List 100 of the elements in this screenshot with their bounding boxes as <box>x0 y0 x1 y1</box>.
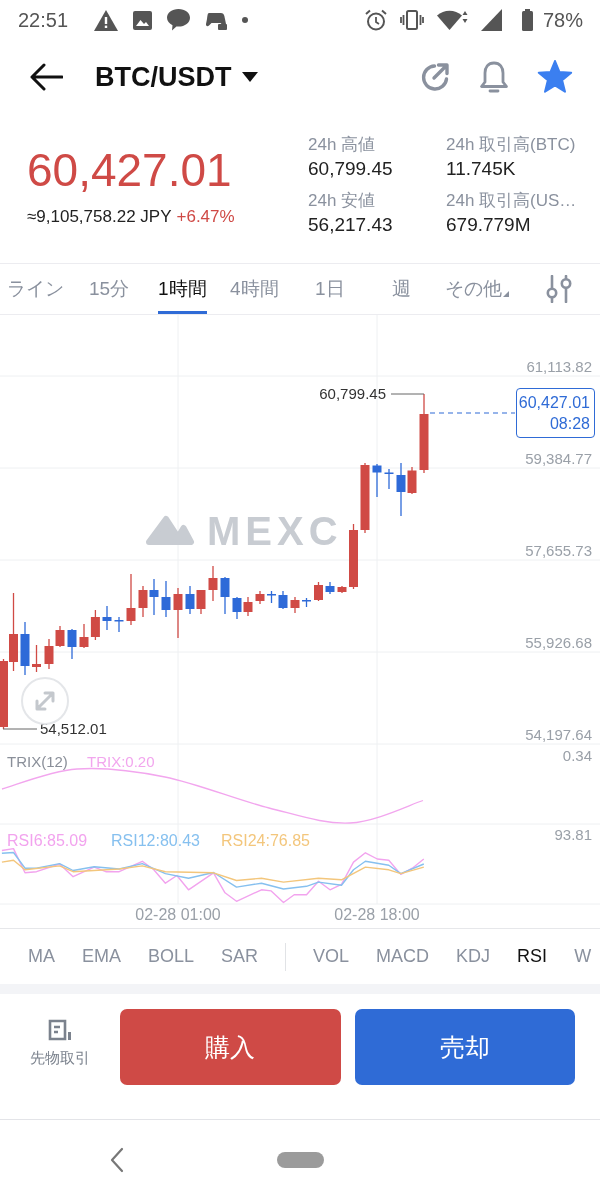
back-arrow-icon <box>29 63 63 91</box>
gamepad-icon <box>205 10 228 30</box>
caret-icon <box>241 72 258 82</box>
interval-tab[interactable]: 4時間 <box>230 264 279 314</box>
candlestick <box>372 463 382 498</box>
candlestick <box>90 609 100 641</box>
candlestick <box>44 638 54 670</box>
logo-icon <box>146 516 194 545</box>
wifi-icon <box>436 9 468 31</box>
price-change: +6.47% <box>176 206 235 228</box>
indicator-tab[interactable]: SAR <box>221 946 259 967</box>
candlestick <box>173 587 183 639</box>
indicator-tab[interactable]: EMA <box>82 946 121 967</box>
stat-value: 679.779M <box>446 213 532 237</box>
back-chevron-icon[interactable] <box>110 1147 124 1173</box>
candlestick <box>79 623 89 649</box>
stat-label: 24h 取引高(US… <box>446 190 577 212</box>
candlestick <box>55 625 65 648</box>
candlestick <box>161 580 171 618</box>
last-price-time: 08:28 <box>549 414 590 434</box>
interval-tab[interactable]: 週 <box>392 264 411 314</box>
candlestick <box>232 596 242 620</box>
candlestick <box>278 590 288 610</box>
stat-value: 60,799.45 <box>308 157 394 181</box>
indicator-axis-label: 93.81 <box>554 826 592 843</box>
sell-button[interactable]: 売却 <box>354 1009 575 1085</box>
indicator-value: RSI6:85.09 <box>7 832 88 849</box>
indicator-tab[interactable]: MA <box>28 946 55 967</box>
candlestick <box>243 596 253 617</box>
futures-button[interactable]: 先物取引 <box>20 1009 100 1068</box>
stat-value: 56,217.43 <box>308 213 394 237</box>
stat-label: 24h 取引高(BTC) <box>446 134 577 156</box>
candlestick <box>149 578 159 616</box>
candlestick <box>67 628 77 660</box>
candlestick <box>349 523 358 590</box>
interval-tab[interactable]: 1日 <box>315 264 345 314</box>
candlestick <box>114 616 124 633</box>
candlestick <box>138 585 148 618</box>
indicator-title: TRIX(12) <box>7 753 68 770</box>
candlestick <box>290 596 300 614</box>
candlestick <box>337 585 347 594</box>
time-axis-label: 02-28 18:00 <box>334 906 420 923</box>
warning-icon <box>94 9 119 31</box>
battery-level: 78% <box>542 8 583 32</box>
buy-button[interactable]: 購入 <box>120 1009 341 1085</box>
stat-label: 24h 安値 <box>308 190 377 212</box>
candlestick <box>384 468 394 490</box>
candlestick <box>102 605 112 631</box>
indicator-tab[interactable]: RSI <box>517 946 548 967</box>
expand-button[interactable] <box>21 677 69 725</box>
share-icon <box>419 61 451 93</box>
document-icon <box>48 1019 72 1041</box>
bell-icon <box>479 61 509 93</box>
dot-icon <box>242 17 249 23</box>
stat-value: 11.745K <box>446 157 517 181</box>
last-price-value: 60,427.01 <box>518 393 590 413</box>
indicator-tab[interactable]: BOLL <box>148 946 195 967</box>
indicator-tab[interactable]: MACD <box>376 946 430 967</box>
indicator-tab[interactable]: KDJ <box>456 946 491 967</box>
indicator-axis-label: 0.34 <box>562 747 592 764</box>
candlestick <box>325 581 335 595</box>
candlestick <box>20 621 30 676</box>
candlestick <box>302 597 311 608</box>
candlestick <box>360 462 370 534</box>
price-axis-label: 59,384.77 <box>525 450 592 467</box>
interval-tab[interactable]: 15分 <box>89 264 130 314</box>
converted-price: ≈9,105,758.22 JPY <box>27 206 172 228</box>
price-axis-label: 61,113.82 <box>526 358 592 375</box>
chat-bubble-icon <box>167 9 191 31</box>
price-axis-label: 57,655.73 <box>525 542 592 559</box>
candlestick <box>126 573 136 626</box>
low-price-label: 54,512.01 <box>40 720 107 737</box>
interval-tab[interactable]: ライン <box>7 264 64 314</box>
price-axis-label: 54,197.64 <box>525 726 592 743</box>
last-price: 60,427.01 <box>27 144 233 196</box>
interval-tab[interactable]: 1時間 <box>158 264 207 314</box>
battery-icon <box>521 9 533 31</box>
signal-icon <box>480 9 502 31</box>
time-axis-label: 02-28 01:00 <box>135 906 221 923</box>
candlestick <box>220 576 230 615</box>
price-axis-label: 55,926.68 <box>525 634 592 651</box>
indicator-tab[interactable]: VOL <box>313 946 350 967</box>
alarm-clock-icon <box>364 9 387 31</box>
candlestick <box>196 589 206 615</box>
indicator-tab[interactable]: W <box>574 946 592 967</box>
vibrate-icon <box>399 10 424 30</box>
candlestick <box>255 590 265 605</box>
indicator-value: RSI12:80.43 <box>111 832 200 849</box>
leader-line <box>2 728 38 730</box>
candlestick <box>32 644 41 673</box>
indicator-value: TRIX:0.20 <box>87 753 155 770</box>
leader-line <box>390 393 425 395</box>
candlestick <box>208 565 218 602</box>
caret-icon <box>503 291 509 297</box>
pair-selector[interactable]: BTC/USDT <box>95 61 258 93</box>
status-time: 22:51 <box>18 8 69 32</box>
candlestick <box>185 585 195 615</box>
indicator-value: RSI24:76.85 <box>221 832 310 849</box>
home-pill[interactable] <box>277 1152 324 1168</box>
more-menu-tab[interactable]: その他 <box>445 264 509 314</box>
